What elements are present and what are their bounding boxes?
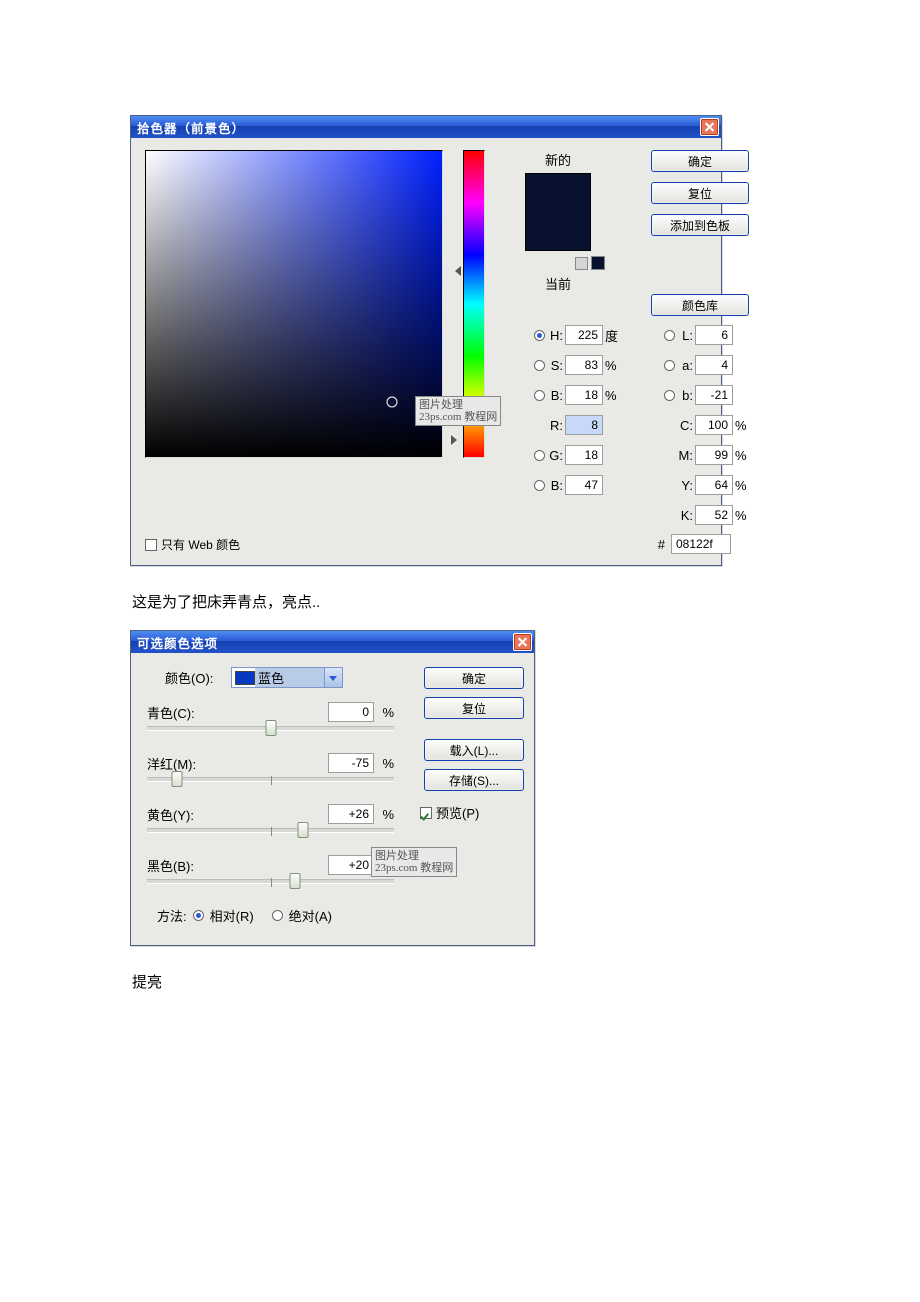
- caption-2: 提亮: [132, 971, 790, 992]
- close-icon[interactable]: [513, 633, 532, 651]
- black-slider[interactable]: [147, 879, 394, 884]
- sc-ok-button[interactable]: 确定: [424, 667, 524, 689]
- sc-load-button[interactable]: 载入(L)...: [424, 739, 524, 761]
- selective-color-titlebar[interactable]: 可选颜色选项: [131, 631, 534, 653]
- blab-input[interactable]: [695, 385, 733, 405]
- chevron-down-icon: [324, 668, 342, 687]
- black-label: 黑色(B):: [147, 856, 207, 875]
- mode-bc-radio[interactable]: [534, 480, 545, 491]
- m-input[interactable]: [695, 445, 733, 465]
- mode-h-radio[interactable]: [534, 330, 545, 341]
- bc-input[interactable]: [565, 475, 603, 495]
- cyan-slider[interactable]: [147, 726, 394, 731]
- magenta-input[interactable]: [328, 753, 374, 773]
- black-input[interactable]: [328, 855, 374, 875]
- caption-1: 这是为了把床弄青点，亮点..: [132, 591, 790, 612]
- color-dropdown-label: 颜色(O):: [165, 668, 225, 687]
- sc-save-button[interactable]: 存储(S)...: [424, 769, 524, 791]
- cyan-input[interactable]: [328, 702, 374, 722]
- k-input[interactable]: [695, 505, 733, 525]
- yellow-slider[interactable]: [147, 828, 394, 833]
- new-color-swatch: [526, 174, 590, 212]
- sb-cursor-icon: [386, 396, 397, 407]
- h-input[interactable]: [565, 325, 603, 345]
- sb-arrow-icon: [451, 435, 457, 554]
- cyan-label: 青色(C):: [147, 703, 207, 722]
- sc-reset-button[interactable]: 复位: [424, 697, 524, 719]
- mode-b-radio[interactable]: [664, 390, 675, 401]
- color-picker-title: 拾色器（前景色）: [137, 118, 245, 137]
- magenta-slider[interactable]: [147, 777, 394, 782]
- current-color-swatch: [526, 212, 590, 250]
- color-dropdown[interactable]: 蓝色: [231, 667, 343, 688]
- preview-checkbox[interactable]: [420, 807, 432, 819]
- mode-g-radio[interactable]: [534, 450, 545, 461]
- absolute-label: 绝对(A): [289, 906, 332, 925]
- y-input[interactable]: [695, 475, 733, 495]
- color-swatch: [525, 173, 591, 251]
- mode-a-radio[interactable]: [664, 360, 675, 371]
- gamut-warning-icon[interactable]: [575, 257, 588, 270]
- c-input[interactable]: [695, 415, 733, 435]
- selective-color-title: 可选颜色选项: [137, 633, 218, 652]
- l-input[interactable]: [695, 325, 733, 345]
- absolute-radio[interactable]: [272, 910, 283, 921]
- mode-bv-radio[interactable]: [534, 390, 545, 401]
- method-label: 方法:: [157, 906, 187, 925]
- sb-field[interactable]: [145, 150, 443, 458]
- close-icon[interactable]: [700, 118, 719, 136]
- color-picker-dialog: 拾色器（前景色） 新的: [130, 115, 722, 566]
- relative-radio[interactable]: [193, 910, 204, 921]
- gamut-swatch[interactable]: [591, 256, 605, 270]
- color-lib-button[interactable]: 颜色库: [651, 294, 749, 316]
- color-dropdown-value: 蓝色: [255, 668, 324, 687]
- reset-button[interactable]: 复位: [651, 182, 749, 204]
- new-color-label: 新的: [507, 150, 609, 169]
- magenta-label: 洋红(M):: [147, 754, 207, 773]
- current-color-label: 当前: [507, 274, 609, 293]
- watermark-label-2: 图片处理 23ps.com 教程网: [371, 847, 457, 877]
- mode-l-radio[interactable]: [664, 330, 675, 341]
- add-swatch-button[interactable]: 添加到色板: [651, 214, 749, 236]
- a-input[interactable]: [695, 355, 733, 375]
- color-swatch-icon: [235, 671, 255, 685]
- s-input[interactable]: [565, 355, 603, 375]
- g-input[interactable]: [565, 445, 603, 465]
- hex-prefix: #: [658, 537, 665, 552]
- watermark-label: 图片处理 23ps.com 教程网: [415, 396, 501, 426]
- bv-input[interactable]: [565, 385, 603, 405]
- yellow-input[interactable]: [328, 804, 374, 824]
- ok-button[interactable]: 确定: [651, 150, 749, 172]
- preview-label: 预览(P): [436, 803, 479, 822]
- mode-s-radio[interactable]: [534, 360, 545, 371]
- yellow-label: 黄色(Y):: [147, 805, 207, 824]
- selective-color-dialog: 可选颜色选项 颜色(O): 蓝色 青色(C): %: [130, 630, 535, 946]
- color-picker-titlebar[interactable]: 拾色器（前景色）: [131, 116, 721, 138]
- hex-input[interactable]: [671, 534, 731, 554]
- relative-label: 相对(R): [210, 906, 254, 925]
- r-input[interactable]: [565, 415, 603, 435]
- hue-marker-icon: [455, 266, 461, 276]
